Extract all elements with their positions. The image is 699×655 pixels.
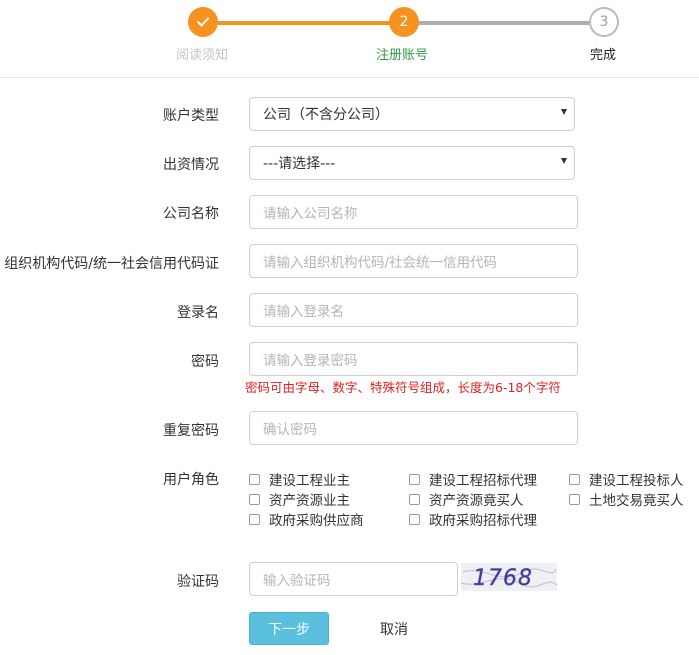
password-input[interactable]: 请输入登录密码 <box>249 342 578 376</box>
step-1-circle <box>188 7 218 37</box>
step-3-circle: 3 <box>589 7 619 37</box>
role-checkbox[interactable]: 资产资源竟买人 <box>409 489 524 509</box>
confirm-password-label: 重复密码 <box>163 423 219 439</box>
checkbox-box[interactable] <box>569 493 580 505</box>
org-code-label: 组织机构代码/统一社会信用代码证 <box>4 256 219 272</box>
password-placeholder: 请输入登录密码 <box>263 353 358 369</box>
role-option-label: 资产资源业主 <box>269 493 350 509</box>
checkbox-box[interactable] <box>409 473 420 485</box>
company-name-label: 公司名称 <box>163 206 219 222</box>
login-name-placeholder: 请输入登录名 <box>263 304 344 320</box>
role-option-label: 土地交易竟买人 <box>589 493 684 509</box>
step-connector-pending <box>418 21 590 25</box>
account-type-select[interactable]: 公司（不含分公司） <box>249 97 575 131</box>
step-3-label: 完成 <box>590 48 617 63</box>
step-1-label: 阅读须知 <box>176 48 229 63</box>
captcha-image[interactable]: 1768 <box>461 563 557 591</box>
role-checkbox[interactable]: 建设工程招标代理 <box>409 469 537 489</box>
account-type-label: 账户类型 <box>163 108 219 124</box>
role-option-label: 政府采购招标代理 <box>429 513 537 529</box>
check-icon <box>197 17 209 27</box>
role-option-label: 政府采购供应商 <box>269 513 364 529</box>
role-checkbox[interactable]: 资产资源业主 <box>249 489 350 509</box>
role-option-label: 建设工程业主 <box>269 473 350 489</box>
role-checkbox[interactable]: 政府采购供应商 <box>249 509 364 529</box>
confirm-password-placeholder: 确认密码 <box>263 422 317 438</box>
checkbox-box[interactable] <box>249 513 260 525</box>
checkbox-box[interactable] <box>249 493 260 505</box>
step-connector-done <box>218 21 390 25</box>
progress-stepper: 2 3 阅读须知 注册账号 完成 <box>0 0 699 78</box>
role-checkbox[interactable]: 土地交易竟买人 <box>569 489 684 509</box>
login-name-label: 登录名 <box>177 305 219 321</box>
checkbox-box[interactable] <box>569 473 580 485</box>
login-name-input[interactable]: 请输入登录名 <box>249 293 578 327</box>
role-option-label: 建设工程招标代理 <box>429 473 537 489</box>
captcha-text: 1768 <box>473 566 533 591</box>
cancel-button[interactable]: 取消 <box>366 612 422 645</box>
funding-label: 出资情况 <box>163 157 219 173</box>
user-role-label: 用户角色 <box>163 472 219 488</box>
captcha-placeholder: 输入验证码 <box>263 573 331 589</box>
org-code-input[interactable]: 请输入组织机构代码/社会统一信用代码 <box>249 244 578 278</box>
captcha-label: 验证码 <box>177 574 219 590</box>
company-name-input[interactable]: 请输入公司名称 <box>249 195 578 229</box>
checkbox-box[interactable] <box>409 513 420 525</box>
captcha-graphic: 1768 <box>461 563 557 591</box>
checkbox-box[interactable] <box>249 473 260 485</box>
step-2-number: 2 <box>399 14 409 30</box>
checkbox-box[interactable] <box>409 493 420 505</box>
captcha-input[interactable]: 输入验证码 <box>249 562 458 596</box>
step-3-number: 3 <box>599 14 609 30</box>
org-code-placeholder: 请输入组织机构代码/社会统一信用代码 <box>263 255 498 271</box>
company-name-placeholder: 请输入公司名称 <box>263 206 358 222</box>
funding-value: ---请选择--- <box>263 156 336 172</box>
step-2-label: 注册账号 <box>376 48 429 63</box>
dropdown-arrow-icon <box>561 109 567 115</box>
dropdown-arrow-icon <box>561 158 567 164</box>
funding-select[interactable]: ---请选择--- <box>249 146 575 180</box>
next-step-button[interactable]: 下一步 <box>249 612 329 645</box>
role-option-label: 资产资源竟买人 <box>429 493 524 509</box>
account-type-value: 公司（不含分公司） <box>263 107 389 123</box>
role-option-label: 建设工程投标人 <box>589 473 684 489</box>
role-checkbox[interactable]: 政府采购招标代理 <box>409 509 537 529</box>
password-label: 密码 <box>191 354 219 370</box>
role-checkbox[interactable]: 建设工程投标人 <box>569 469 684 489</box>
confirm-password-input[interactable]: 确认密码 <box>249 411 578 445</box>
role-checkbox[interactable]: 建设工程业主 <box>249 469 350 489</box>
password-hint: 密码可由字母、数字、特殊符号组成，长度为6-18个字符 <box>245 380 561 395</box>
step-2-circle: 2 <box>389 7 419 37</box>
